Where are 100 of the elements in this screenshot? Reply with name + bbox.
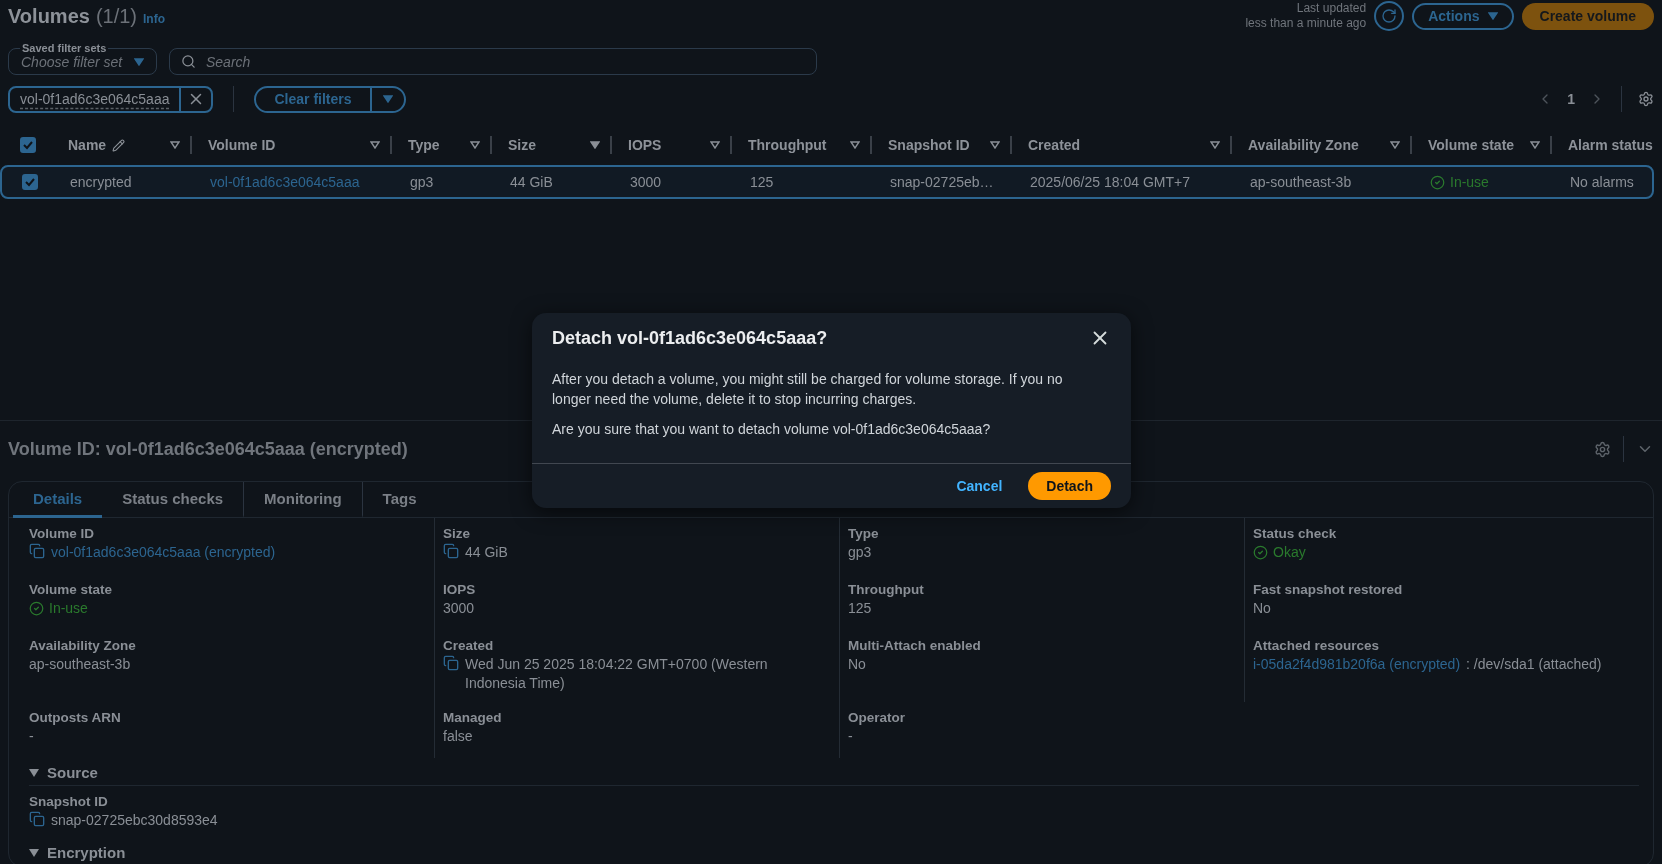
copy-icon[interactable] [29,543,45,559]
table-cell-text: 2025/06/25 18:04 GMT+7 [1029,174,1191,190]
sort-icon [710,141,720,149]
field-label: Status check [1253,526,1338,541]
copy-icon[interactable] [29,811,45,827]
status-value: In-use [29,599,88,618]
column-header[interactable]: Availability Zone [1232,136,1412,154]
tab[interactable]: Details [13,481,103,518]
field-label: Fast snapshot restored [1253,582,1404,597]
column-header[interactable]: Alarm status [1552,136,1662,154]
field-value: gp3 [848,543,872,562]
tab[interactable]: Tags [362,481,437,518]
sort-icon [1210,141,1220,149]
field-label: Managed [443,710,503,725]
caret-down-icon [29,767,39,778]
settings-button[interactable] [1594,440,1611,458]
field-value: ap-southeast-3b [29,655,131,674]
field-label: Operator [848,710,906,725]
token-label: vol-0f1ad6c3e064c5aaa [10,87,182,111]
table-cell-text: ap-southeast-3b [1249,174,1353,190]
table-cell-text: 125 [749,174,775,190]
column-label: Availability Zone [1248,137,1359,153]
row-checkbox[interactable] [22,174,38,190]
info-link[interactable]: Info [143,11,165,26]
refresh-icon [1381,8,1398,24]
sort-icon [1530,141,1540,149]
table-cell-text: No alarms [1569,174,1635,190]
column-header[interactable]: Size [492,136,612,154]
refresh-button[interactable] [1374,1,1405,31]
status-value: In-use [1430,174,1489,190]
field-label: Created [443,638,495,653]
field-label: Outposts ARN [29,710,122,725]
last-updated-text: less than a minute ago [1245,16,1367,31]
cancel-button[interactable]: Cancel [950,477,1009,495]
table-row[interactable]: encrypted vol-0f1ad6c3e064c5aaa gp3 44 GiB 3000 125 snap-02725eb… 2025/06/25 18:04 GMT+7 ap-southeast-3b In-use No alarms [0,165,1654,199]
settings-button[interactable] [1638,91,1654,107]
detach-button[interactable]: Detach [1028,472,1111,500]
sort-icon [1390,141,1400,149]
check-circle-icon [1430,174,1445,190]
sort-icon [590,141,600,149]
details-title: Volume ID: vol-0f1ad6c3e064c5aaa (encrypted) [8,438,408,460]
field-label: Availability Zone [29,638,137,653]
section-header[interactable]: Encryption [29,840,1639,864]
field-value: 3000 [443,599,475,618]
sort-icon [170,141,180,149]
sort-icon [990,141,1000,149]
saved-filter-label: Saved filter sets [20,42,109,54]
search-icon [181,54,196,69]
field-label: Size [443,526,471,541]
column-label: Type [408,137,440,153]
column-header[interactable]: Created [1012,136,1232,154]
column-label: IOPS [628,137,662,153]
copy-icon[interactable] [443,655,459,671]
field-label: Attached resources [1253,638,1381,653]
check-circle-icon [29,601,44,616]
search-field[interactable]: Search [169,48,817,75]
table-cell-text: snap-02725eb… [889,174,995,190]
instance-link[interactable]: i-05da2f4d981b20f6a (encrypted) [1253,655,1461,674]
sort-icon [850,141,860,149]
field-label: Throughput [848,582,925,597]
column-header[interactable]: Volume ID [192,136,392,154]
copy-icon[interactable] [443,543,459,559]
sort-icon [370,141,380,149]
caret-icon [382,95,393,103]
column-header[interactable]: Type [392,136,492,154]
tab[interactable]: Status checks [102,481,245,518]
field-value: snap-02725ebc30d8593e4 [51,811,218,830]
actions-button[interactable]: Actions [1412,2,1514,30]
table-cell-text: gp3 [409,174,435,190]
column-header[interactable]: Name [52,136,192,154]
pencil-icon[interactable] [112,138,126,152]
section-header[interactable]: Source [29,760,1639,786]
column-header[interactable]: Throughput [732,136,872,154]
table-cell-text: encrypted [69,174,133,190]
tab[interactable]: Monitoring [244,481,363,518]
table-cell-text: 44 GiB [509,174,554,190]
check-circle-icon [1253,545,1268,560]
field-label: Snapshot ID [29,794,109,809]
field-value: Wed Jun 25 2025 18:04:22 GMT+0700 (Western Indonesia Time) [465,655,769,693]
sort-icon [470,141,480,149]
column-header[interactable]: Volume state [1412,136,1552,154]
dialog-text: Are you sure that you want to detach volume vol-0f1ad6c3e064c5aaa? [552,420,992,439]
column-header[interactable]: Snapshot ID [872,136,1012,154]
column-label: Throughput [748,137,827,153]
volume-id-link[interactable]: vol-0f1ad6c3e064c5aaa [210,174,360,190]
last-updated-text: Last updated [1296,1,1367,16]
settings-icon [1638,91,1654,107]
column-label: Snapshot ID [888,137,970,153]
field-value: 125 [848,599,872,618]
caret-icon [1487,12,1498,20]
caret-icon [134,57,144,66]
page-number[interactable]: 1 [1567,91,1575,107]
select-all-checkbox[interactable] [20,137,36,153]
volume-id-link[interactable]: vol-0f1ad6c3e064c5aaa (encrypted) [51,543,276,562]
field-value: 44 GiB [465,543,508,562]
field-label: Volume ID [29,526,95,541]
column-header[interactable]: IOPS [612,136,732,154]
volume-count: (1/1) [95,4,137,28]
field-label: Volume state [29,582,114,597]
field-value: - [848,727,853,746]
